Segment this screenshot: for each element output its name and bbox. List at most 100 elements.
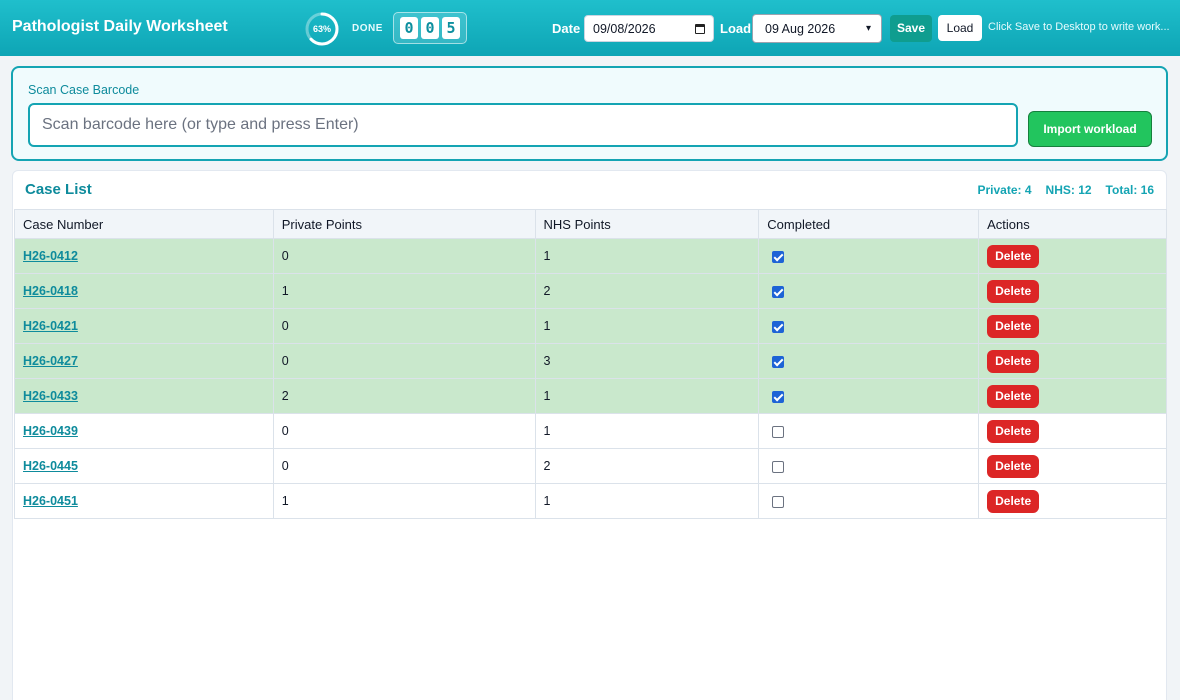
cell-private-points: 0 — [272, 448, 536, 484]
table-row: H26-0439 0 1 Delete — [14, 413, 1167, 449]
save-button[interactable]: Save — [890, 15, 932, 42]
delete-button[interactable]: Delete — [987, 279, 1040, 303]
table-row: H26-0412 0 1 Delete — [14, 238, 1167, 274]
calendar-icon[interactable] — [695, 23, 705, 34]
cell-actions: Delete — [978, 273, 1167, 309]
case-list-panel: Case List Private: 4 NHS: 12 Total: 16 C… — [12, 170, 1167, 700]
column-header-completed: Completed — [758, 209, 980, 239]
counter-digit: 5 — [442, 17, 460, 39]
cell-completed — [758, 238, 980, 274]
cell-nhs-points: 1 — [534, 378, 760, 414]
cell-actions: Delete — [978, 378, 1167, 414]
delete-button[interactable]: Delete — [987, 349, 1040, 373]
cell-completed — [758, 343, 980, 379]
case-number-link[interactable]: H26-0433 — [23, 389, 78, 403]
column-header-nhs-points: NHS Points — [534, 209, 760, 239]
cell-nhs-points: 1 — [534, 483, 760, 519]
done-counter: 0 0 5 — [393, 12, 467, 44]
cell-case-number: H26-0427 — [14, 343, 274, 379]
delete-button[interactable]: Delete — [987, 314, 1040, 338]
cell-completed — [758, 378, 980, 414]
cell-private-points: 0 — [272, 413, 536, 449]
delete-button[interactable]: Delete — [987, 454, 1040, 478]
completed-checkbox[interactable] — [772, 285, 785, 298]
cell-completed — [758, 448, 980, 484]
counter-digit: 0 — [400, 17, 418, 39]
table-row: H26-0445 0 2 Delete — [14, 448, 1167, 484]
date-input[interactable]: 09/08/2026 — [584, 15, 714, 42]
chevron-down-icon: ▾ — [865, 23, 871, 34]
cell-completed — [758, 483, 980, 519]
cell-nhs-points: 3 — [534, 343, 760, 379]
delete-button[interactable]: Delete — [987, 384, 1040, 408]
column-header-case-number: Case Number — [14, 209, 274, 239]
cell-case-number: H26-0445 — [14, 448, 274, 484]
delete-button[interactable]: Delete — [987, 244, 1040, 268]
barcode-input[interactable]: Scan barcode here (or type and press Ent… — [28, 103, 1018, 147]
cell-case-number: H26-0439 — [14, 413, 274, 449]
table-row: H26-0433 2 1 Delete — [14, 378, 1167, 414]
cell-actions: Delete — [978, 413, 1167, 449]
case-number-link[interactable]: H26-0412 — [23, 249, 78, 263]
cell-nhs-points: 2 — [534, 273, 760, 309]
completed-checkbox[interactable] — [772, 390, 785, 403]
cell-case-number: H26-0421 — [14, 308, 274, 344]
cell-nhs-points: 1 — [534, 238, 760, 274]
table-row: H26-0451 1 1 Delete — [14, 483, 1167, 519]
cell-private-points: 0 — [272, 238, 536, 274]
cell-case-number: H26-0433 — [14, 378, 274, 414]
column-header-actions: Actions — [978, 209, 1167, 239]
load-label: Load — [720, 21, 752, 36]
cell-nhs-points: 1 — [534, 308, 760, 344]
cell-nhs-points: 1 — [534, 413, 760, 449]
app-title: Pathologist Daily Worksheet — [12, 18, 228, 35]
cell-case-number: H26-0451 — [14, 483, 274, 519]
import-workload-button[interactable]: Import workload — [1028, 111, 1152, 147]
case-number-link[interactable]: H26-0439 — [23, 424, 78, 438]
cell-actions: Delete — [978, 238, 1167, 274]
cell-case-number: H26-0418 — [14, 273, 274, 309]
cell-private-points: 0 — [272, 343, 536, 379]
cell-actions: Delete — [978, 308, 1167, 344]
table-header-row: Case Number Private Points NHS Points Co… — [14, 209, 1167, 239]
load-button[interactable]: Load — [938, 15, 982, 41]
done-label: DONE — [352, 23, 383, 34]
overall-total: Total: 16 — [1105, 183, 1154, 197]
app-header: Pathologist Daily Worksheet 63% DONE 0 0… — [0, 0, 1180, 56]
load-selected-value: 09 Aug 2026 — [765, 21, 836, 36]
table-row: H26-0418 1 2 Delete — [14, 273, 1167, 309]
cell-private-points: 2 — [272, 378, 536, 414]
case-number-link[interactable]: H26-0421 — [23, 319, 78, 333]
cell-completed — [758, 413, 980, 449]
completed-checkbox[interactable] — [772, 495, 785, 508]
date-label: Date — [552, 21, 581, 36]
delete-button[interactable]: Delete — [987, 419, 1040, 443]
completed-checkbox[interactable] — [772, 355, 785, 368]
case-list-title: Case List — [25, 181, 92, 198]
case-number-link[interactable]: H26-0427 — [23, 354, 78, 368]
cell-case-number: H26-0412 — [14, 238, 274, 274]
scan-panel: Scan Case Barcode Scan barcode here (or … — [11, 66, 1168, 161]
case-table-body: H26-0412 0 1 Delete H26-0418 1 2 Delete H26-0421… — [14, 238, 1167, 519]
load-date-select[interactable]: 09 Aug 2026 ▾ — [752, 14, 882, 43]
completed-checkbox[interactable] — [772, 250, 785, 263]
save-hint: Click Save to Desktop to write work... — [988, 21, 1170, 33]
case-number-link[interactable]: H26-0418 — [23, 284, 78, 298]
cell-completed — [758, 308, 980, 344]
cell-actions: Delete — [978, 483, 1167, 519]
cell-actions: Delete — [978, 448, 1167, 484]
delete-button[interactable]: Delete — [987, 489, 1040, 513]
counter-digit: 0 — [421, 17, 439, 39]
completed-checkbox[interactable] — [772, 425, 785, 438]
table-row: H26-0427 0 3 Delete — [14, 343, 1167, 379]
nhs-total: NHS: 12 — [1045, 183, 1092, 197]
completed-checkbox[interactable] — [772, 460, 785, 473]
case-number-link[interactable]: H26-0451 — [23, 494, 78, 508]
case-number-link[interactable]: H26-0445 — [23, 459, 78, 473]
cell-actions: Delete — [978, 343, 1167, 379]
cell-private-points: 0 — [272, 308, 536, 344]
table-row: H26-0421 0 1 Delete — [14, 308, 1167, 344]
completed-checkbox[interactable] — [772, 320, 785, 333]
case-table: Case Number Private Points NHS Points Co… — [14, 209, 1167, 519]
private-total: Private: 4 — [977, 183, 1032, 197]
